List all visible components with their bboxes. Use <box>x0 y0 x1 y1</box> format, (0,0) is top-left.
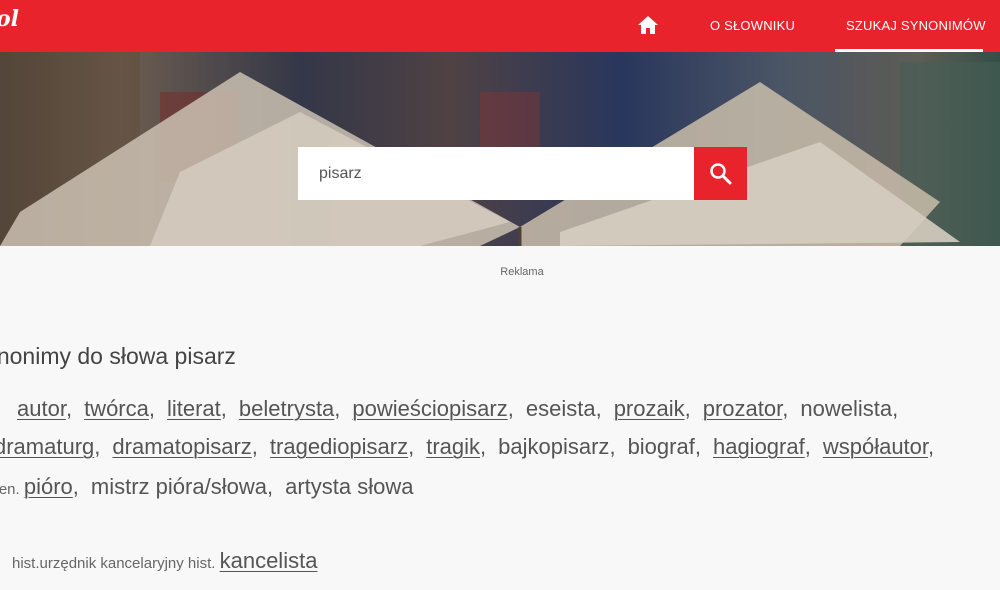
comma-separator: , <box>148 396 155 421</box>
comma-separator: , <box>928 434 935 459</box>
synonym-text: artysta słowa <box>285 474 414 499</box>
comma-separator: , <box>334 396 341 421</box>
comma-separator: , <box>72 474 79 499</box>
comma-separator: , <box>694 434 701 459</box>
synonym-link[interactable]: powieściopisarz <box>352 396 507 421</box>
synonym-group-4: hist.urzędnik kancelaryjny hist. kanceli… <box>12 548 317 574</box>
synonym-link[interactable]: pióro <box>24 474 73 499</box>
synonym-text: mistrz pióra/słowa <box>90 474 267 499</box>
qualifier-label: przen. <box>0 481 20 498</box>
ad-label: Reklama <box>500 266 544 278</box>
comma-separator: , <box>65 396 73 421</box>
comma-separator: , <box>408 434 415 459</box>
synonym-link[interactable]: dramaturg <box>0 434 94 459</box>
synonym-link[interactable]: twórca <box>84 396 149 421</box>
comma-separator: , <box>251 434 258 459</box>
page-title: Synonimy do słowa pisarz <box>0 343 236 369</box>
synonym-group-3: przen. pióro,mistrz pióra/słowa,artysta … <box>0 474 413 500</box>
comma-separator: , <box>480 434 487 459</box>
comma-separator: , <box>595 396 602 421</box>
home-icon[interactable] <box>636 13 660 37</box>
synonym-text: nowelista <box>800 396 893 421</box>
synonym-text: eseista <box>525 396 596 421</box>
search-button[interactable] <box>694 147 747 200</box>
comma-separator: , <box>220 396 227 421</box>
synonym-link[interactable]: kancelista <box>220 548 318 573</box>
site-logo[interactable]: ol <box>0 6 19 32</box>
synonym-link[interactable]: prozator <box>703 396 783 421</box>
comma-separator: , <box>609 434 616 459</box>
synonym-text: bajkopisarz <box>498 434 610 459</box>
comma-separator: , <box>266 474 274 499</box>
synonym-link[interactable]: tragik <box>426 434 480 459</box>
search-input[interactable] <box>298 147 694 200</box>
synonym-group-2: dramaturg, dramatopisarz, tragediopisarz, t… <box>0 434 946 460</box>
top-navbar: ol O SŁOWNIKU SZUKAJ SYNONIMÓW <box>0 0 1000 52</box>
comma-separator: , <box>94 434 101 459</box>
synonym-link[interactable]: prozaik <box>614 396 685 421</box>
search-icon <box>710 163 732 185</box>
synonym-link[interactable]: beletrysta <box>239 396 334 421</box>
synonym-group-1: autor, twórca, literat, beletrysta, powieści… <box>17 396 910 422</box>
synonym-link[interactable]: dramatopisarz <box>112 434 251 459</box>
synonym-text: biograf <box>627 434 695 459</box>
comma-separator: , <box>507 396 514 421</box>
synonym-link[interactable]: literat <box>167 396 221 421</box>
qualifier-label: hist.urzędnik kancelaryjny hist. <box>12 555 220 572</box>
synonym-link[interactable]: autor <box>17 396 66 421</box>
synonym-link[interactable]: współautor <box>823 434 928 459</box>
synonym-link[interactable]: tragediopisarz <box>270 434 408 459</box>
comma-separator: , <box>892 396 899 421</box>
nav-link-about[interactable]: O SŁOWNIKU <box>710 18 795 33</box>
comma-separator: , <box>804 434 811 459</box>
nav-link-search-synonyms[interactable]: SZUKAJ SYNONIMÓW <box>846 18 986 33</box>
comma-separator: , <box>684 396 691 421</box>
comma-separator: , <box>782 396 789 421</box>
synonym-link[interactable]: hagiograf <box>713 434 805 459</box>
